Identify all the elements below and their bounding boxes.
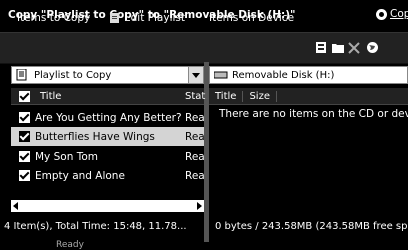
column-title[interactable]: Title bbox=[40, 91, 61, 102]
removable-disk-icon bbox=[214, 71, 228, 79]
column-status[interactable]: Stat bbox=[185, 91, 205, 102]
track-title: My Son Tom bbox=[35, 150, 98, 163]
edit-playlist-label: Edit Playlist bbox=[124, 12, 185, 24]
status-text: Ready bbox=[56, 240, 84, 250]
globe-icon[interactable] bbox=[366, 41, 379, 54]
device-capacity-summary: 0 bytes / 243.58MB (243.58MB free spa bbox=[215, 221, 408, 232]
scroll-right-icon[interactable] bbox=[197, 202, 202, 210]
track-row[interactable]: My Son Tom Rea bbox=[11, 147, 204, 166]
column-size[interactable]: Size bbox=[249, 90, 277, 102]
track-title: Are You Getting Any Better? bbox=[35, 111, 182, 124]
track-checkbox[interactable] bbox=[19, 112, 30, 123]
track-checkbox[interactable] bbox=[19, 131, 30, 142]
left-column-header: Title Stat bbox=[11, 88, 205, 105]
track-status: Rea bbox=[185, 169, 204, 182]
edit-playlist-icon bbox=[110, 13, 119, 23]
track-checkbox[interactable] bbox=[19, 151, 30, 162]
right-column-header: Title Size bbox=[209, 88, 408, 105]
toolbar bbox=[0, 32, 408, 64]
left-horizontal-scrollbar[interactable] bbox=[11, 200, 204, 212]
delete-icon[interactable] bbox=[348, 42, 360, 54]
track-title: Empty and Alone bbox=[35, 169, 125, 182]
edit-playlist-button[interactable]: Edit Playlist bbox=[110, 12, 185, 24]
column-title[interactable]: Title bbox=[215, 90, 244, 102]
playlist-dropdown-value: Playlist to Copy bbox=[34, 69, 112, 81]
track-row[interactable]: Empty and Alone Rea bbox=[11, 166, 204, 185]
track-row[interactable]: Butterflies Have Wings Rea bbox=[11, 127, 204, 146]
start-copy-button[interactable]: Cop bbox=[376, 8, 408, 20]
left-summary: 4 Item(s), Total Time: 15:48, 11.78... bbox=[4, 221, 187, 232]
items-on-device-label: Items on Device bbox=[209, 12, 295, 24]
track-row[interactable]: Are You Getting Any Better? Rea bbox=[11, 108, 204, 127]
start-copy-label: Cop bbox=[390, 8, 408, 20]
copy-icon bbox=[376, 8, 387, 20]
chevron-down-icon[interactable] bbox=[188, 67, 203, 83]
items-to-copy-label: Items to Copy bbox=[17, 12, 91, 24]
playlist-icon bbox=[16, 69, 27, 81]
scroll-left-icon[interactable] bbox=[13, 202, 18, 210]
track-status: Rea bbox=[185, 111, 204, 124]
empty-device-message: There are no items on the CD or device bbox=[219, 108, 408, 120]
track-status: Rea bbox=[185, 150, 204, 163]
folder-icon[interactable] bbox=[332, 42, 345, 54]
track-status: Rea bbox=[185, 130, 204, 143]
playlist-dropdown[interactable]: Playlist to Copy bbox=[11, 66, 204, 84]
device-dropdown-value: Removable Disk (H:) bbox=[232, 69, 335, 81]
select-all-checkbox[interactable] bbox=[19, 90, 30, 102]
track-title: Butterflies Have Wings bbox=[35, 130, 155, 143]
track-checkbox[interactable] bbox=[19, 170, 30, 181]
device-properties-icon[interactable] bbox=[316, 42, 327, 54]
device-dropdown[interactable]: Removable Disk (H:) bbox=[209, 66, 408, 84]
